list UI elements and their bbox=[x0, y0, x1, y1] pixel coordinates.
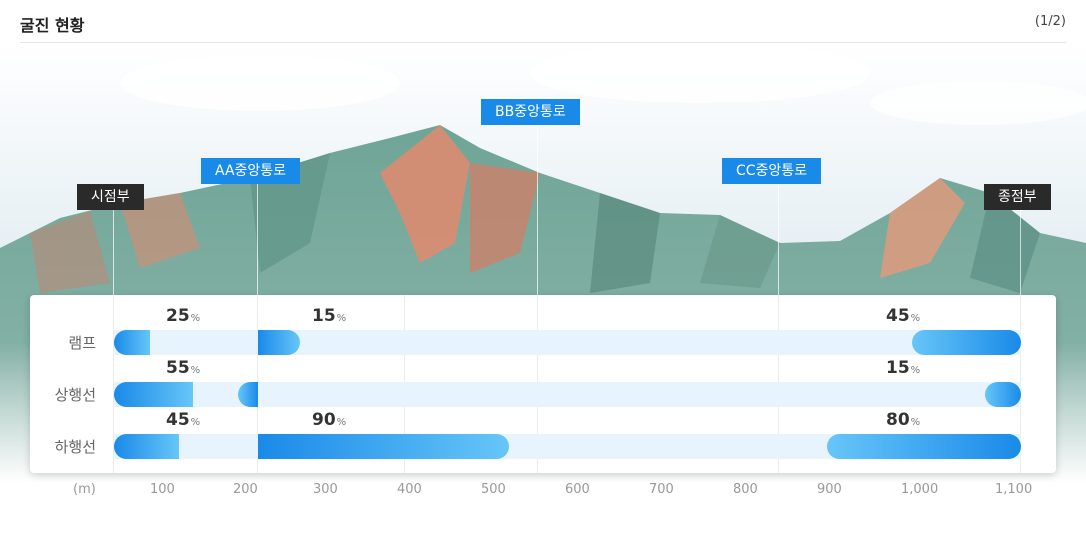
marker-start[interactable]: 시점부 bbox=[77, 184, 144, 210]
start-progress-percent: 25% bbox=[166, 306, 200, 326]
axis-tick: 500 bbox=[481, 482, 506, 497]
axis-tick: 800 bbox=[733, 482, 758, 497]
marker-cc-passage[interactable]: CC중앙통로 bbox=[722, 158, 822, 184]
pct-unit: % bbox=[910, 365, 921, 376]
axis-tick: 1,100 bbox=[995, 482, 1033, 497]
end-progress-bar[interactable] bbox=[985, 382, 1021, 407]
axis-tick: 900 bbox=[817, 482, 842, 497]
start-progress-percent: 45% bbox=[166, 410, 200, 430]
pct-unit: % bbox=[910, 313, 921, 324]
row-label: 상행선 bbox=[54, 386, 96, 404]
row-label: 하행선 bbox=[54, 438, 96, 456]
page-title: 굴진 현황 bbox=[20, 16, 85, 35]
pct-value: 55 bbox=[166, 358, 190, 378]
aa-progress-percent: 90% bbox=[312, 410, 346, 430]
axis-tick: 200 bbox=[233, 482, 258, 497]
pct-unit: % bbox=[910, 417, 921, 428]
axis-tick: 400 bbox=[397, 482, 422, 497]
end-progress-percent: 80% bbox=[886, 410, 920, 430]
row-label: 램프 bbox=[68, 334, 96, 352]
marker-bb-passage[interactable]: BB중앙통로 bbox=[481, 99, 580, 125]
pct-value: 90 bbox=[312, 410, 336, 430]
progress-track bbox=[114, 330, 1021, 355]
axis-tick: 300 bbox=[313, 482, 338, 497]
page-indicator[interactable]: (1/2) bbox=[1035, 14, 1066, 29]
pct-unit: % bbox=[336, 313, 347, 324]
marker-aa-passage[interactable]: AA중앙통로 bbox=[201, 158, 301, 184]
aa-progress-percent: 15% bbox=[312, 306, 346, 326]
pct-value: 15 bbox=[886, 358, 910, 378]
axis-tick: 600 bbox=[565, 482, 590, 497]
pct-value: 80 bbox=[886, 410, 910, 430]
aa-progress-bar[interactable] bbox=[238, 382, 258, 407]
axis-tick: 700 bbox=[649, 482, 674, 497]
marker-end[interactable]: 종점부 bbox=[984, 184, 1051, 210]
end-progress-bar[interactable] bbox=[827, 434, 1021, 459]
start-progress-bar[interactable] bbox=[114, 382, 193, 407]
start-progress-bar[interactable] bbox=[114, 434, 179, 459]
pct-value: 15 bbox=[312, 306, 336, 326]
aa-progress-bar[interactable] bbox=[258, 330, 300, 355]
pct-value: 25 bbox=[166, 306, 190, 326]
pct-unit: % bbox=[190, 313, 201, 324]
start-progress-bar[interactable] bbox=[114, 330, 150, 355]
axis-tick: 1,000 bbox=[901, 482, 939, 497]
aa-progress-bar[interactable] bbox=[258, 434, 509, 459]
end-progress-percent: 45% bbox=[886, 306, 920, 326]
axis-unit: (m) bbox=[73, 482, 96, 497]
pct-unit: % bbox=[336, 417, 347, 428]
progress-panel: 램프 25% 15% 45% 상행선 55% 15% 하행선 45% 90% 80% bbox=[30, 295, 1056, 473]
pct-unit: % bbox=[190, 417, 201, 428]
pct-value: 45 bbox=[886, 306, 910, 326]
page-header: 굴진 현황 (1/2) bbox=[20, 0, 1066, 43]
start-progress-percent: 55% bbox=[166, 358, 200, 378]
end-progress-bar[interactable] bbox=[912, 330, 1021, 355]
pct-unit: % bbox=[190, 365, 201, 376]
axis-tick: 100 bbox=[150, 482, 175, 497]
end-progress-percent: 15% bbox=[886, 358, 920, 378]
pct-value: 45 bbox=[166, 410, 190, 430]
